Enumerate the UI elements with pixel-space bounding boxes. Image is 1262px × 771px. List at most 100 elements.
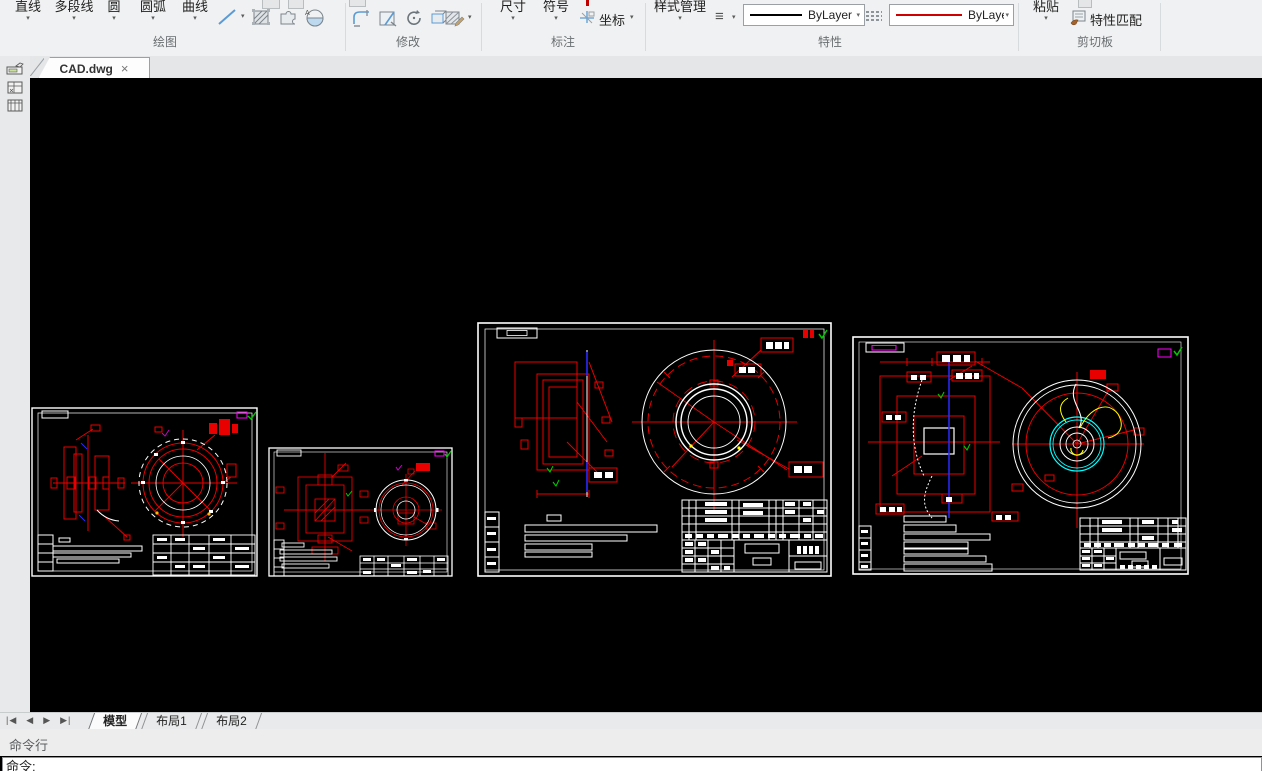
- chevron-down-icon[interactable]: ▾: [630, 13, 634, 21]
- chevron-down-icon: ▾: [678, 15, 682, 22]
- chevron-down-icon: ▾: [193, 15, 197, 22]
- drawing-sheet-1[interactable]: [31, 407, 258, 578]
- sheet3-title-text-marks: [685, 502, 824, 570]
- document-tab-cad-dwg[interactable]: CAD.dwg ×: [38, 57, 150, 79]
- group-label-clipboard: 剪切板: [1076, 35, 1113, 49]
- ribbon-separator: [481, 3, 482, 51]
- drawing-sheet-2[interactable]: [268, 447, 453, 578]
- drawing-sheet-4[interactable]: [852, 336, 1190, 576]
- block-icon[interactable]: [277, 7, 299, 27]
- dimension-button[interactable]: 尺寸 ▾: [497, 0, 529, 22]
- sheet1-red-callouts: [209, 419, 238, 435]
- sheet1-side-view: [50, 424, 131, 541]
- curve-button-label: 曲线: [181, 0, 208, 14]
- sheet2-title-block: [359, 555, 449, 577]
- sheet3-red-stamp: [803, 330, 814, 338]
- left-tool-strip: [0, 56, 30, 712]
- color-sample: [896, 14, 962, 16]
- chevron-down-icon: ▾: [1005, 12, 1009, 19]
- line-button[interactable]: 直线 ▾: [8, 0, 48, 22]
- hatch-edit-icon[interactable]: [443, 8, 465, 28]
- command-input[interactable]: 命令:: [2, 757, 1262, 771]
- paste-button[interactable]: 粘贴 ▾: [1030, 0, 1062, 22]
- sheet1-title-block: [152, 534, 256, 576]
- group-label-properties: 特性: [817, 35, 842, 49]
- document-tab-bar: CAD.dwg ×: [30, 56, 1262, 79]
- match-properties-icon[interactable]: [1068, 8, 1088, 26]
- ribbon: 直线 ▾ 多段线 ▾ 圆 ▾ 圆弧 ▾ 曲线 ▾ ▾ A 绘图 ▾ 修改 尺寸 …: [0, 0, 1262, 57]
- circle-button[interactable]: 圆 ▾: [100, 0, 128, 22]
- rotate-icon[interactable]: [403, 8, 425, 28]
- filter-palette-icon[interactable]: [6, 98, 25, 113]
- sheet3-callout-cells: [739, 342, 812, 473]
- ribbon-separator: [645, 3, 646, 51]
- linetype-sample: [750, 14, 802, 16]
- linetype-select[interactable]: ByLayer ▾: [743, 4, 865, 26]
- clipped-icon: [586, 0, 589, 6]
- tab-layout2[interactable]: 布局2: [200, 713, 262, 730]
- chevron-down-icon: ▾: [511, 15, 515, 22]
- chevron-down-icon[interactable]: ▾: [468, 13, 472, 21]
- polyline-button-label: 多段线: [54, 0, 94, 14]
- group-label-modify: 修改: [395, 35, 420, 49]
- application-window: 直线 ▾ 多段线 ▾ 圆 ▾ 圆弧 ▾ 曲线 ▾ ▾ A 绘图 ▾ 修改 尺寸 …: [0, 0, 1262, 771]
- command-panel-title: 命令行: [9, 738, 49, 753]
- polyline-button[interactable]: 多段线 ▾: [48, 0, 100, 22]
- svg-text:A: A: [305, 10, 310, 17]
- construction-line-icon[interactable]: [216, 7, 238, 27]
- sheet3-frame: [477, 322, 832, 577]
- sheet2-notes: [273, 539, 338, 577]
- symbol-button[interactable]: 符号 ▾: [540, 0, 572, 22]
- group-label-draw: 绘图: [152, 35, 177, 49]
- linetype-manager-icon[interactable]: [864, 9, 884, 23]
- style-manager-button[interactable]: 样式管理 ▾: [652, 0, 708, 22]
- hatch-icon[interactable]: [250, 7, 272, 27]
- coordinate-button[interactable]: 坐标: [599, 10, 625, 29]
- ribbon-separator: [1018, 3, 1019, 51]
- sheet4-yellow-curve: [1079, 406, 1122, 439]
- layer-palette-icon[interactable]: [6, 80, 25, 95]
- clipped-icon: [349, 0, 366, 7]
- next-layout-button[interactable]: ▶: [43, 715, 51, 726]
- toolbar-palette-icon[interactable]: [6, 62, 25, 76]
- document-tab-label: CAD.dwg: [59, 61, 113, 76]
- sheet4-magenta-tag-left: [871, 345, 897, 351]
- close-icon[interactable]: ×: [121, 62, 129, 75]
- command-prompt: 命令:: [6, 759, 36, 771]
- clipped-icon: [1078, 0, 1092, 8]
- style-manager-label: 样式管理: [653, 0, 706, 14]
- line-button-label: 直线: [14, 0, 41, 14]
- chevron-down-icon: ▾: [72, 15, 76, 22]
- first-layout-button[interactable]: |◀: [6, 715, 17, 726]
- prev-layout-button[interactable]: ◀: [26, 715, 34, 726]
- arc-button[interactable]: 圆弧 ▾: [134, 0, 172, 22]
- sheet4-section-view: [868, 358, 1019, 522]
- chevron-down-icon[interactable]: ▾: [241, 12, 245, 20]
- layout-tab-strip: |◀ ◀ ▶ ▶| 模型 布局1 布局2: [0, 712, 1262, 730]
- chevron-down-icon: ▾: [856, 12, 860, 19]
- drawing-sheet-3[interactable]: [477, 322, 833, 578]
- tab-model[interactable]: 模型: [87, 713, 143, 730]
- circle-button-label: 圆: [107, 0, 121, 14]
- tab-layout1[interactable]: 布局1: [140, 713, 202, 730]
- chevron-down-icon: ▾: [1044, 15, 1048, 22]
- fillet-icon[interactable]: [351, 8, 373, 28]
- ribbon-separator: [345, 3, 346, 51]
- sheet2-section-view: [275, 453, 370, 561]
- model-space-canvas[interactable]: [30, 78, 1262, 712]
- sheet3-notes: [484, 511, 658, 573]
- color-value: ByLayer: [968, 8, 1004, 22]
- curve-button[interactable]: 曲线 ▾: [176, 0, 214, 22]
- last-layout-button[interactable]: ▶|: [60, 715, 71, 726]
- lineweight-icon[interactable]: ≡: [715, 8, 724, 25]
- color-select[interactable]: ByLayer ▾: [889, 4, 1014, 26]
- match-properties-label[interactable]: 特性匹配: [1090, 10, 1142, 29]
- group-label-annotate: 标注: [550, 35, 575, 49]
- trim-icon[interactable]: [377, 8, 399, 28]
- region-icon[interactable]: A: [303, 7, 325, 27]
- coordinate-icon[interactable]: [578, 9, 596, 25]
- dimension-button-label: 尺寸: [499, 0, 526, 14]
- linetype-value: ByLayer: [808, 8, 853, 22]
- check-icon: [818, 329, 828, 340]
- chevron-down-icon[interactable]: ▾: [732, 13, 736, 21]
